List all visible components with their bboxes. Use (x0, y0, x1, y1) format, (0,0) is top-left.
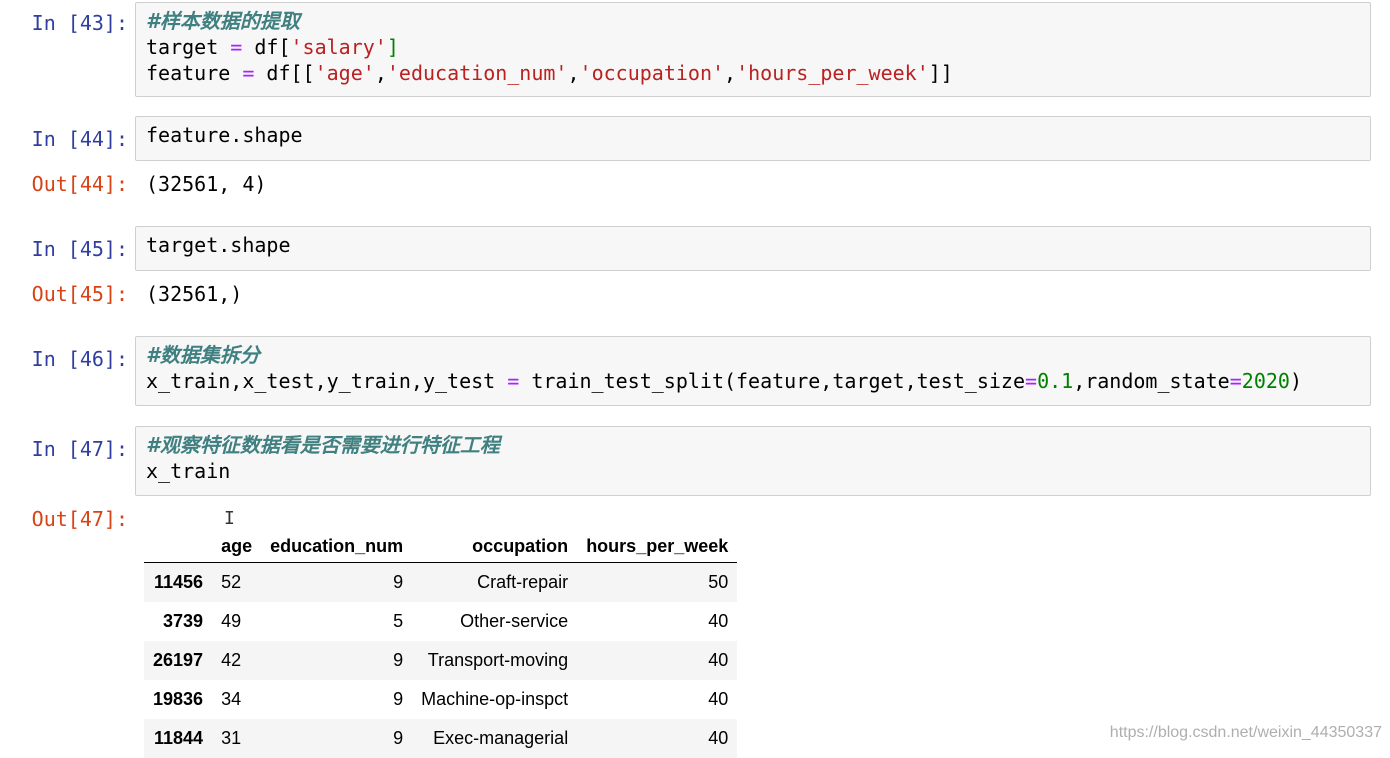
cell-education-num: 9 (393, 572, 404, 592)
cell-46-input[interactable]: #数据集拆分 x_train,x_test,y_train,y_test = tr… (135, 336, 1371, 406)
table-row: 11844 31 9 Exec-managerial 40 (144, 719, 738, 758)
cell-47-in-prompt: In [47]: (31, 437, 128, 461)
row-index: 11456 (154, 572, 204, 592)
cell-45-input[interactable]: target.shape (135, 226, 1371, 271)
cell-44-out-prompt: Out[44]: (31, 172, 128, 196)
table-header-index (144, 530, 213, 563)
row-index: 3739 (163, 611, 204, 631)
cell-45-output: (32561,) (146, 282, 243, 306)
cell-hours-per-week: 40 (708, 689, 729, 709)
cell-occupation: Other-service (460, 611, 569, 631)
row-index: 26197 (153, 650, 204, 670)
row-index: 11844 (154, 728, 204, 748)
table-header-occupation: occupation (412, 530, 578, 563)
dataframe-table: age education_num occupation hours_per_w… (144, 530, 738, 758)
cell-44-input[interactable]: feature.shape (135, 116, 1371, 161)
cell-hours-per-week: 40 (708, 650, 729, 670)
cell-43-input[interactable]: #样本数据的提取 target = df['salary'] feature = d… (135, 2, 1371, 97)
table-row: 11456 52 9 Craft-repair 50 (144, 562, 738, 602)
cell-hours-per-week: 50 (708, 572, 729, 592)
text-cursor-icon: I (224, 508, 235, 529)
cell-43-in-prompt: In [43]: (31, 11, 128, 35)
cell-age: 52 (221, 572, 242, 592)
code-comment: #观察特征数据看是否需要进行特征工程 (146, 433, 500, 457)
cell-occupation: Exec-managerial (433, 728, 569, 748)
cell-age: 34 (221, 689, 242, 709)
table-header-age: age (212, 530, 262, 563)
cell-age: 42 (221, 650, 242, 670)
table-row: 3739 49 5 Other-service 40 (144, 602, 737, 641)
cell-education-num: 9 (393, 689, 404, 709)
cell-47-input[interactable]: #观察特征数据看是否需要进行特征工程 x_train (135, 426, 1371, 496)
cell-46-in-prompt: In [46]: (31, 347, 128, 371)
cell-education-num: 9 (393, 650, 404, 670)
row-index: 19836 (153, 689, 204, 709)
cell-occupation: Machine-op-inspct (421, 689, 569, 709)
cell-hours-per-week: 40 (708, 611, 729, 631)
table-header-row: age education_num occupation hours_per_w… (144, 530, 738, 563)
cell-45-in-prompt: In [45]: (31, 237, 128, 261)
cell-occupation: Craft-repair (477, 572, 569, 592)
cell-47-out-prompt: Out[47]: (31, 507, 128, 531)
cell-44-output: (32561, 4) (146, 172, 267, 196)
cell-occupation: Transport-moving (427, 650, 569, 670)
code-comment: #样本数据的提取 (146, 9, 300, 33)
cell-45-out-prompt: Out[45]: (31, 282, 128, 306)
code-comment: #数据集拆分 (146, 343, 260, 367)
cell-44-in-prompt: In [44]: (31, 127, 128, 151)
cell-education-num: 9 (393, 728, 404, 748)
cell-hours-per-week: 40 (708, 728, 729, 748)
table-header-hours-per-week: hours_per_week (577, 530, 738, 563)
table-row: 19836 34 9 Machine-op-inspct 40 (144, 680, 737, 719)
cell-age: 31 (221, 728, 242, 748)
watermark: https://blog.csdn.net/weixin_44350337 (1109, 724, 1382, 741)
cell-age: 49 (221, 611, 242, 631)
table-header-education-num: education_num (261, 530, 413, 563)
cell-education-num: 5 (393, 611, 404, 631)
table-row: 26197 42 9 Transport-moving 40 (144, 641, 738, 680)
